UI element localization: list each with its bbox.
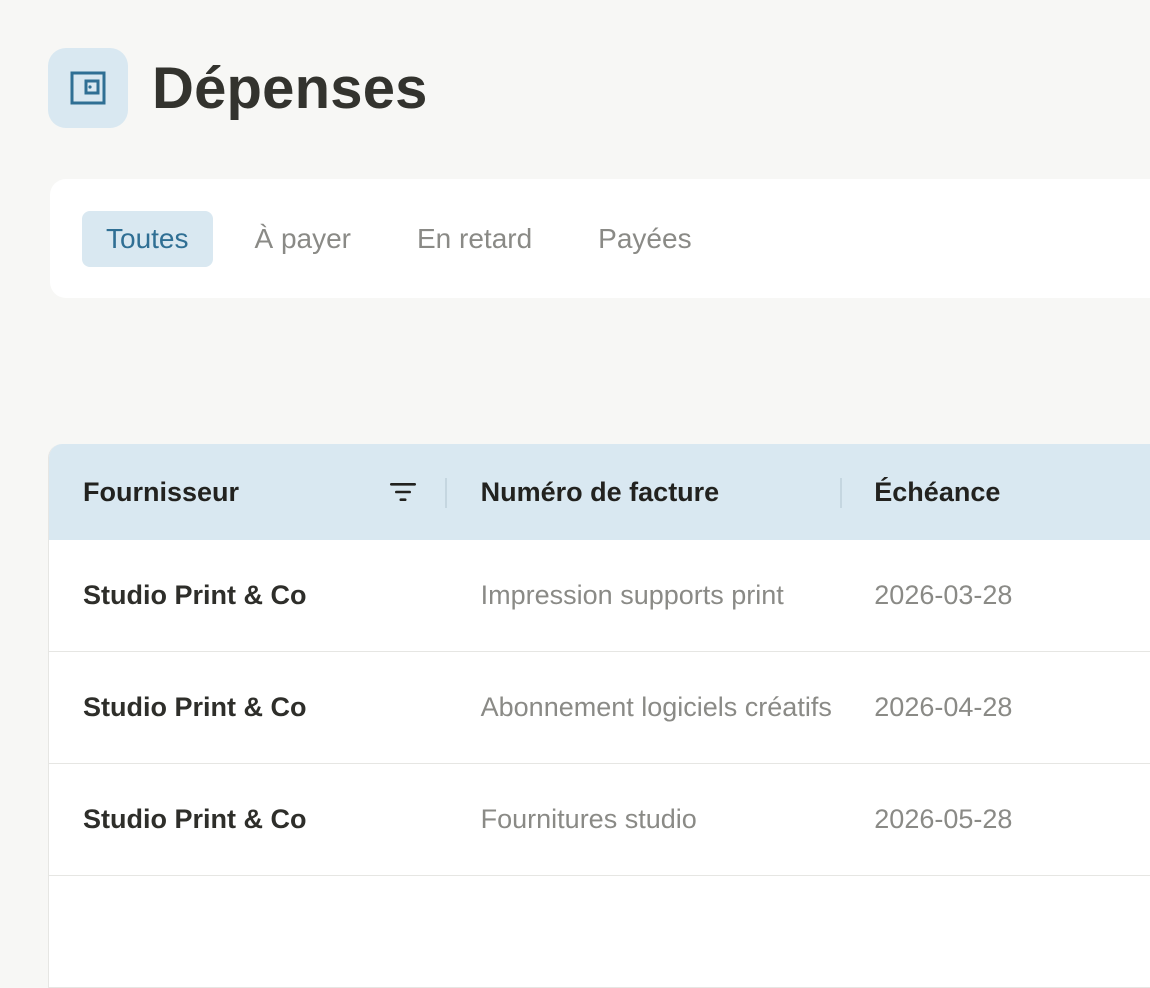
column-header-numero-facture[interactable]: Numéro de facture <box>447 444 843 540</box>
invoice-cell: Fournitures studio <box>480 804 697 834</box>
page-header: Dépenses <box>48 48 428 128</box>
vendor-cell: Studio Print & Co <box>83 804 307 834</box>
wallet-icon <box>48 48 128 128</box>
column-header-label: Échéance <box>874 476 1001 507</box>
due-date-cell: 2026-03-28 <box>874 580 1013 610</box>
invoice-cell: Abonnement logiciels créatifs <box>480 692 832 722</box>
column-header-fournisseur[interactable]: Fournisseur <box>49 444 447 540</box>
table-header: Fournisseur Numéro de facture Échéance <box>49 444 1150 540</box>
table-row[interactable] <box>49 876 1150 988</box>
table-row[interactable]: Studio Print & Co Fournitures studio 202… <box>49 764 1150 876</box>
table-row[interactable]: Studio Print & Co Impression supports pr… <box>49 540 1150 652</box>
column-header-label: Fournisseur <box>83 476 240 507</box>
filter-icon[interactable] <box>389 480 417 504</box>
tab-toutes[interactable]: Toutes <box>82 210 213 267</box>
due-date-cell: 2026-05-28 <box>874 804 1013 834</box>
due-date-cell: 2026-04-28 <box>874 692 1013 722</box>
filter-tabs: Toutes À payer En retard Payées <box>50 179 1150 298</box>
tab-en-retard[interactable]: En retard <box>393 211 556 267</box>
tab-payees[interactable]: Payées <box>574 211 715 267</box>
expenses-table: Fournisseur Numéro de facture Échéance S… <box>48 444 1150 988</box>
vendor-cell: Studio Print & Co <box>83 580 307 610</box>
page-title: Dépenses <box>152 55 428 121</box>
column-header-label: Numéro de facture <box>480 476 720 507</box>
table-row[interactable]: Studio Print & Co Abonnement logiciels c… <box>49 652 1150 764</box>
tab-a-payer[interactable]: À payer <box>231 211 376 267</box>
column-header-echeance[interactable]: Échéance <box>842 444 1150 540</box>
invoice-cell: Impression supports print <box>480 580 784 610</box>
vendor-cell: Studio Print & Co <box>83 692 307 722</box>
